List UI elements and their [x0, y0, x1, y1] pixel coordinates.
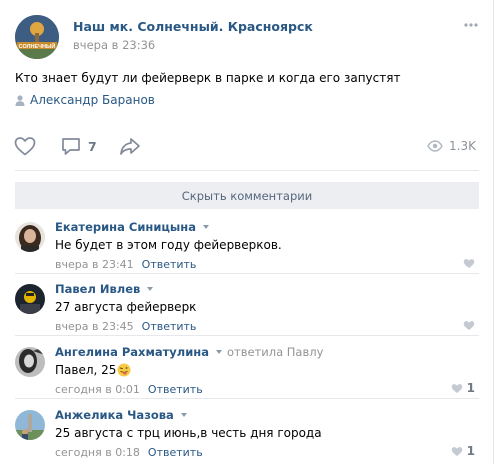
reply-button[interactable]: Ответить: [142, 258, 197, 271]
comment-text: 27 августа фейерверк: [55, 300, 197, 314]
group-name-link[interactable]: Наш мк. Солнечный. Красноярск: [73, 19, 313, 34]
chevron-down-icon[interactable]: [203, 225, 210, 229]
share-arrow-icon: [120, 138, 140, 155]
comment-like-count: 1: [466, 381, 475, 395]
comment-text: 25 августа с трц июнь,в честь дня города: [55, 426, 322, 440]
comment-meta: сегодня в 0:18 Ответить: [55, 446, 203, 459]
post-date[interactable]: вчера в 23:36: [73, 38, 155, 52]
reply-button[interactable]: Ответить: [148, 383, 203, 396]
commenter-name-text: Екатерина Синицына: [55, 220, 197, 234]
eye-icon: [427, 140, 443, 152]
group-avatar-logo-text: СОЛНЕЧНЫЙ: [19, 42, 56, 50]
comment-meta: вчера в 23:45 Ответить: [55, 320, 196, 333]
comment-meta: сегодня в 0:01 Ответить: [55, 383, 203, 396]
comment-like-button[interactable]: 1: [451, 381, 475, 395]
reply-to-label[interactable]: ответила Павлу: [227, 345, 323, 359]
speech-bubble-icon: [62, 138, 80, 155]
commenter-avatar[interactable]: [15, 347, 45, 377]
comment-time[interactable]: вчера в 23:45: [55, 320, 134, 333]
comment-like-button[interactable]: [463, 256, 475, 270]
reply-button[interactable]: Ответить: [148, 446, 203, 459]
comment-time[interactable]: сегодня в 0:18: [55, 446, 140, 459]
group-avatar-image: СОЛНЕЧНЫЙ: [15, 15, 59, 59]
views-counter: 1.3K: [427, 132, 476, 160]
chevron-down-icon[interactable]: [215, 350, 222, 354]
chevron-down-icon[interactable]: [147, 287, 154, 291]
comment-meta: вчера в 23:41 Ответить: [55, 258, 196, 271]
post-card: СОЛНЕЧНЫЙ Наш мк. Солнечный. Красноярск …: [0, 0, 494, 464]
comment-text: Павел, 25: [55, 363, 131, 377]
commenter-name[interactable]: Екатерина Синицына: [55, 220, 210, 234]
comment-time[interactable]: вчера в 23:41: [55, 258, 134, 271]
share-button[interactable]: [118, 132, 142, 160]
heart-icon: [14, 137, 36, 156]
divider: [15, 273, 479, 274]
divider: [15, 398, 479, 399]
heart-icon: [451, 446, 462, 456]
commenter-name-text: Павел Ивлев: [55, 282, 141, 296]
comment-time[interactable]: сегодня в 0:01: [55, 383, 140, 396]
commenter-avatar[interactable]: [15, 410, 45, 440]
heart-icon: [463, 258, 475, 268]
commenter-name[interactable]: Анжелика Чазова: [55, 408, 187, 422]
more-dots-icon[interactable]: [462, 16, 480, 34]
commenter-name-text: Анжелика Чазова: [55, 408, 174, 422]
post-text: Кто знает будут ли фейерверк в парке и к…: [15, 71, 401, 85]
comment-like-button[interactable]: 1: [451, 444, 475, 458]
person-icon: [15, 94, 25, 106]
commenter-avatar[interactable]: [15, 222, 45, 252]
comment-like-button[interactable]: [463, 318, 475, 332]
comment-text-content: Павел, 25: [55, 363, 117, 377]
hide-comments-button[interactable]: Скрыть комментарии: [15, 182, 479, 209]
commenter-name[interactable]: Павел Ивлев: [55, 282, 154, 296]
divider: [15, 335, 479, 336]
post-author-name: Александр Баранов: [30, 93, 155, 107]
group-avatar[interactable]: СОЛНЕЧНЫЙ: [15, 15, 59, 59]
views-count: 1.3K: [449, 139, 476, 153]
commenter-name-text: Ангелина Рахматулина: [55, 345, 209, 359]
divider: [15, 170, 479, 171]
tongue-wink-emoji-icon: [117, 363, 131, 377]
comment-count: 7: [88, 138, 97, 154]
heart-icon: [451, 383, 462, 393]
heart-icon: [463, 320, 475, 330]
comment-button[interactable]: 7: [60, 132, 97, 160]
reply-button[interactable]: Ответить: [142, 320, 197, 333]
comment-like-count: 1: [466, 444, 475, 458]
commenter-avatar[interactable]: [15, 284, 45, 314]
post-actions: 7 1.3K: [0, 132, 494, 160]
post-author[interactable]: Александр Баранов: [15, 92, 155, 108]
like-button[interactable]: [13, 132, 37, 160]
comment-text: Не будет в этом году фейерверков.: [55, 238, 282, 252]
commenter-name[interactable]: Ангелина Рахматулина ответила Павлу: [55, 345, 323, 359]
chevron-down-icon[interactable]: [180, 413, 187, 417]
